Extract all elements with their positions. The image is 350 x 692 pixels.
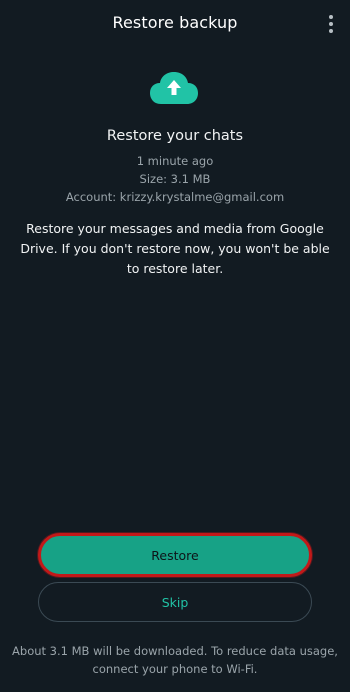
cloud-upload-icon [148,70,200,110]
more-vert-icon [329,15,333,19]
restore-description: Restore your messages and media from Goo… [20,221,330,276]
more-vert-icon-dot [329,22,333,26]
backup-size: Size: 3.1 MB [139,172,211,186]
page-title: Restore backup [112,13,238,32]
restore-heading: Restore your chats [106,128,244,144]
backup-time: 1 minute ago [136,154,214,168]
more-options-button[interactable] [327,15,335,33]
more-vert-icon-dot [329,29,333,33]
restore-button[interactable]: Restore [38,533,312,577]
restore-button-label: Restore [151,547,199,563]
skip-button-label: Skip [161,594,189,610]
data-usage-note: About 3.1 MB will be downloaded. To redu… [12,644,338,676]
backup-account: Account: krizzy.krystalme@gmail.com [65,190,285,204]
skip-button[interactable]: Skip [38,582,312,622]
